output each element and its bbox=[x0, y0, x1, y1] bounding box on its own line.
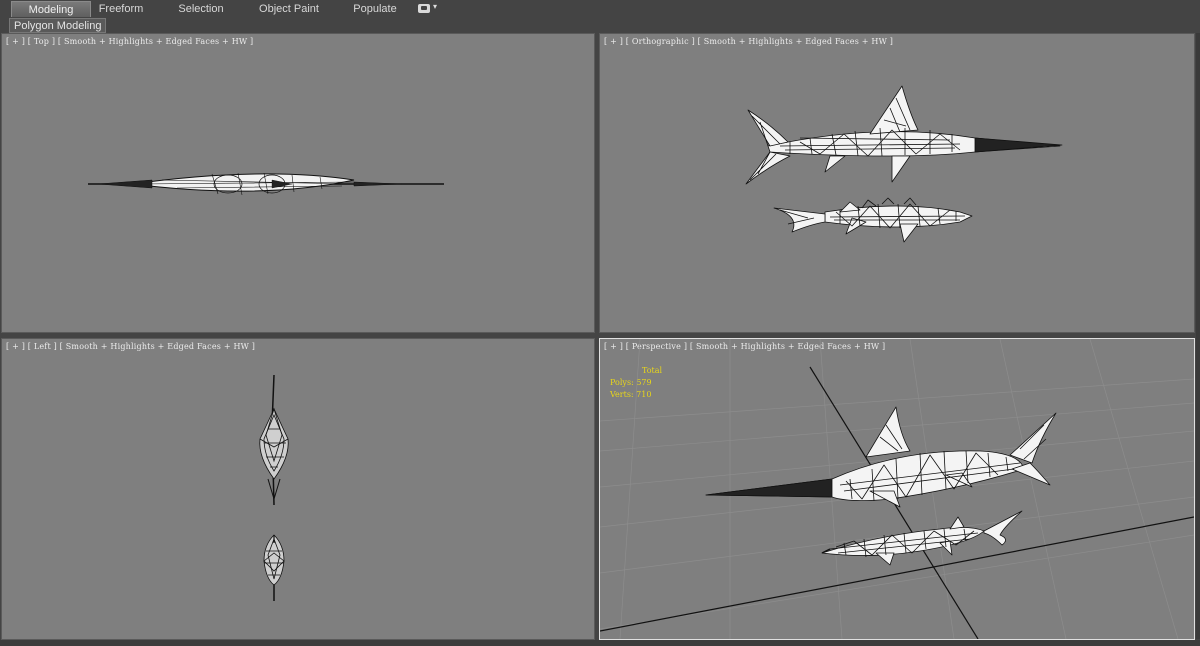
tab-populate[interactable]: Populate bbox=[346, 1, 404, 17]
tab-freeform[interactable]: Freeform bbox=[90, 1, 152, 17]
ribbon-tab-bar: Modeling Freeform Selection Object Paint… bbox=[0, 0, 1200, 18]
viewport-perspective[interactable]: [ + ] [ Perspective ] [ Smooth + Highlig… bbox=[599, 338, 1195, 640]
perspective-view-mesh bbox=[600, 339, 1194, 639]
left-view-mesh bbox=[259, 374, 289, 601]
tab-selection[interactable]: Selection bbox=[170, 1, 232, 17]
viewport-orthographic[interactable]: [ + ] [ Orthographic ] [ Smooth + Highli… bbox=[599, 33, 1195, 333]
chevron-down-icon: ▾ bbox=[433, 2, 438, 11]
display-box-icon bbox=[418, 4, 430, 13]
viewport-top[interactable]: [ + ] [ Top ] [ Smooth + Highlights + Ed… bbox=[1, 33, 595, 333]
top-view-mesh bbox=[88, 172, 444, 196]
status-bar bbox=[0, 640, 1200, 646]
tab-modeling[interactable]: Modeling bbox=[11, 1, 91, 17]
display-toggle-icon[interactable]: ▾ bbox=[416, 2, 440, 15]
viewport-left[interactable]: [ + ] [ Left ] [ Smooth + Highlights + E… bbox=[1, 338, 595, 640]
polygon-modeling-panel-label[interactable]: Polygon Modeling bbox=[9, 18, 107, 33]
ribbon-panel-bar: Polygon Modeling bbox=[0, 18, 1200, 33]
orthographic-view-mesh bbox=[745, 85, 1063, 243]
right-scrollbar[interactable] bbox=[1196, 33, 1200, 639]
tab-object-paint[interactable]: Object Paint bbox=[252, 1, 326, 17]
